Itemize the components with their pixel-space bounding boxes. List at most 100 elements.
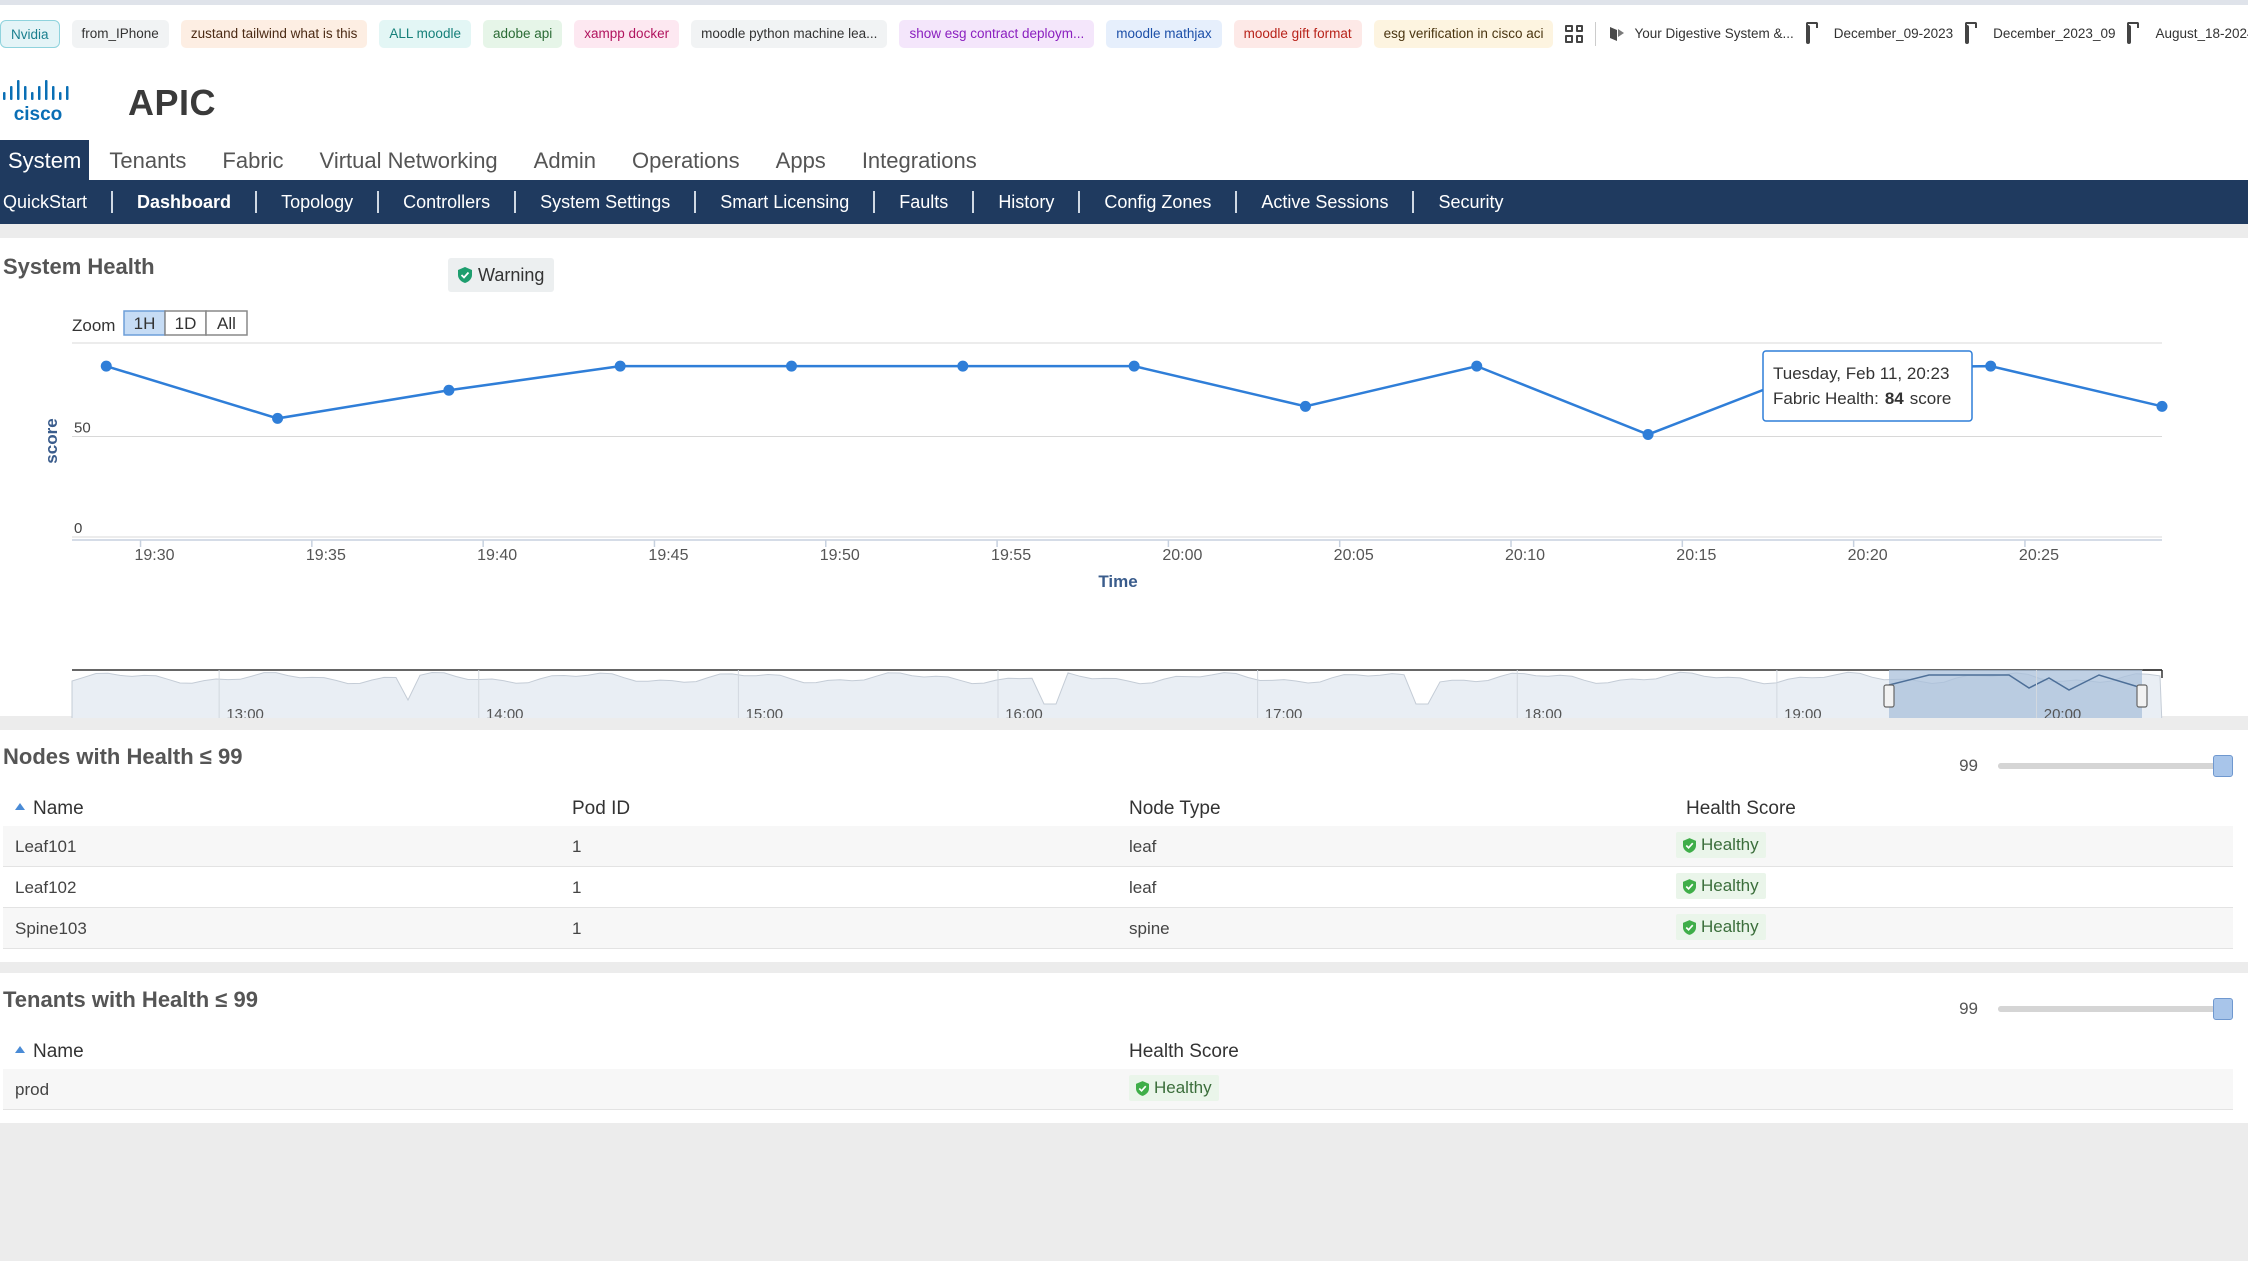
folder-icon <box>2127 24 2147 44</box>
nodes-panel-title: Nodes with Health ≤ 99 <box>3 744 243 769</box>
col-name[interactable]: Name <box>15 1041 84 1063</box>
sub-tab-faults[interactable]: Faults <box>873 191 972 213</box>
sub-tab-topology[interactable]: Topology <box>255 191 377 213</box>
x-tick-label: 20:05 <box>1334 547 1374 564</box>
main-tab-admin[interactable]: Admin <box>524 140 606 180</box>
main-tab-operations[interactable]: Operations <box>622 140 750 180</box>
navigator-handle[interactable] <box>1883 684 1895 708</box>
bookmark-chip[interactable]: from_IPhone <box>71 19 169 48</box>
bookmark-chip[interactable]: ALL moodle <box>379 19 471 48</box>
nodes-threshold: 99 <box>1959 755 2233 777</box>
navigator-tick-label: 17:00 <box>1265 706 1303 718</box>
tenant-row[interactable]: prod Healthy <box>3 1069 2233 1110</box>
system-health-panel: System Health Warning Zoom 1H 1D All 0 50 scor… <box>0 238 2248 718</box>
bookmark-chip[interactable]: esg verification in cisco aci <box>1373 19 1554 48</box>
bookmark-chip[interactable]: show esg contract deploym... <box>899 19 1095 48</box>
x-tick-label: 20:20 <box>1848 547 1888 564</box>
node-type: leaf <box>1129 837 1157 856</box>
col-health-score[interactable]: Health Score <box>1129 1041 1239 1063</box>
bookmark-page-label: Your Digestive System &... <box>1634 26 1794 41</box>
health-data-point[interactable] <box>1471 360 1483 372</box>
bookmark-folder[interactable]: December_09-2023 <box>1805 24 1953 44</box>
x-tick-label: 20:25 <box>2019 547 2059 564</box>
col-name[interactable]: Name <box>15 798 84 820</box>
bookmark-chip[interactable]: moodle gift format <box>1233 19 1362 48</box>
bookmark-chip[interactable]: adobe api <box>482 19 563 48</box>
tenants-slider-handle[interactable] <box>2213 998 2233 1020</box>
health-status-label: Warning <box>478 264 545 285</box>
bookmark-folder[interactable]: August_18-2024 <box>2127 24 2248 44</box>
health-data-point[interactable] <box>1299 400 1311 412</box>
health-label: Healthy <box>1154 1078 1212 1097</box>
col-node-type[interactable]: Node Type <box>1129 798 1221 820</box>
sub-tab-config-zones[interactable]: Config Zones <box>1078 191 1235 213</box>
sub-tab-history[interactable]: History <box>972 191 1078 213</box>
bookmark-chip[interactable]: xampp docker <box>574 19 680 48</box>
sub-tab-system-settings[interactable]: System Settings <box>514 191 694 213</box>
tenants-table-header: Name Health Score <box>3 1033 2233 1069</box>
bookmark-chip[interactable]: Nvidia <box>0 19 60 48</box>
health-data-point[interactable] <box>1642 428 1654 440</box>
health-data-point[interactable] <box>443 384 455 396</box>
main-tab-system[interactable]: System <box>0 140 90 180</box>
tenants-threshold-slider[interactable] <box>1998 998 2233 1020</box>
nodes-table-body: Leaf101 1 leaf Healthy Leaf102 1 leaf Healthy Sp… <box>3 826 2233 949</box>
health-label: Healthy <box>1701 917 1759 936</box>
sub-tab-smart-licensing[interactable]: Smart Licensing <box>694 191 873 213</box>
health-data-point[interactable] <box>957 360 969 372</box>
health-data-point[interactable] <box>1985 360 1997 372</box>
health-data-point[interactable] <box>2156 400 2168 412</box>
health-data-point[interactable] <box>272 412 284 424</box>
zoom-1h-button[interactable]: 1H <box>123 310 166 336</box>
x-tick-label: 19:55 <box>991 547 1031 564</box>
apps-grid-icon[interactable] <box>1565 24 1584 43</box>
sub-tab-quickstart[interactable]: QuickStart <box>0 191 111 213</box>
health-data-point[interactable] <box>786 360 798 372</box>
main-tab-virtual-networking[interactable]: Virtual Networking <box>310 140 508 180</box>
zoom-1d-button[interactable]: 1D <box>164 310 207 336</box>
sub-tab-active-sessions[interactable]: Active Sessions <box>1235 191 1412 213</box>
node-row[interactable]: Leaf101 1 leaf Healthy <box>3 826 2233 867</box>
navigator-handle[interactable] <box>2136 684 2148 708</box>
navigator-tick-label: 20:00 <box>2044 706 2082 718</box>
sub-tab-security[interactable]: Security <box>1412 191 1527 213</box>
navigator-area <box>71 671 2163 718</box>
sub-tab-dashboard[interactable]: Dashboard <box>111 191 255 213</box>
col-pod-id[interactable]: Pod ID <box>572 798 630 820</box>
shield-icon <box>458 267 472 283</box>
health-data-point[interactable] <box>1128 360 1140 372</box>
bookmark-chip[interactable]: moodle python machine lea... <box>691 19 888 48</box>
tenants-health-panel: Tenants with Health ≤ 99 99 Name Health … <box>0 973 2248 1123</box>
node-row[interactable]: Leaf102 1 leaf Healthy <box>3 867 2233 908</box>
folder-icon <box>1965 24 1985 44</box>
zoom-label: Zoom <box>72 316 115 335</box>
cisco-logo[interactable]: cisco <box>2 76 77 124</box>
bookmark-page[interactable]: Your Digestive System &... <box>1608 25 1794 43</box>
bookmarks-bar: Nvidia from_IPhone zustand tailwind what i… <box>0 0 2248 62</box>
main-tab-tenants[interactable]: Tenants <box>99 140 196 180</box>
node-row[interactable]: Spine103 1 spine Healthy <box>3 908 2233 949</box>
main-tab-fabric[interactable]: Fabric <box>212 140 293 180</box>
bookmarks-divider <box>1595 21 1597 46</box>
navigator-tick-label: 14:00 <box>486 706 524 718</box>
page-favicon-icon <box>1610 26 1625 41</box>
node-type: spine <box>1129 919 1170 938</box>
sub-tab-controllers[interactable]: Controllers <box>377 191 514 213</box>
bookmark-chip[interactable]: zustand tailwind what is this <box>180 19 368 48</box>
nodes-threshold-slider[interactable] <box>1998 755 2233 777</box>
shield-check-icon <box>1136 1080 1149 1096</box>
main-tab-integrations[interactable]: Integrations <box>852 140 987 180</box>
bookmark-chip[interactable]: moodle mathjax <box>1106 19 1222 48</box>
col-health-score[interactable]: Health Score <box>1686 798 1796 820</box>
bookmark-folder[interactable]: December_2023_09 <box>1965 24 2115 44</box>
main-tab-apps[interactable]: Apps <box>766 140 836 180</box>
health-data-point[interactable] <box>614 360 626 372</box>
nodes-threshold-value: 99 <box>1959 756 1978 775</box>
sort-asc-icon <box>15 803 25 810</box>
x-tick-label: 20:15 <box>1676 547 1716 564</box>
zoom-all-button[interactable]: All <box>205 310 248 336</box>
x-axis-title: Time <box>1098 572 1137 591</box>
nodes-slider-handle[interactable] <box>2213 755 2233 777</box>
health-data-point[interactable] <box>100 360 112 372</box>
navigator-tick-label: 13:00 <box>226 706 264 718</box>
